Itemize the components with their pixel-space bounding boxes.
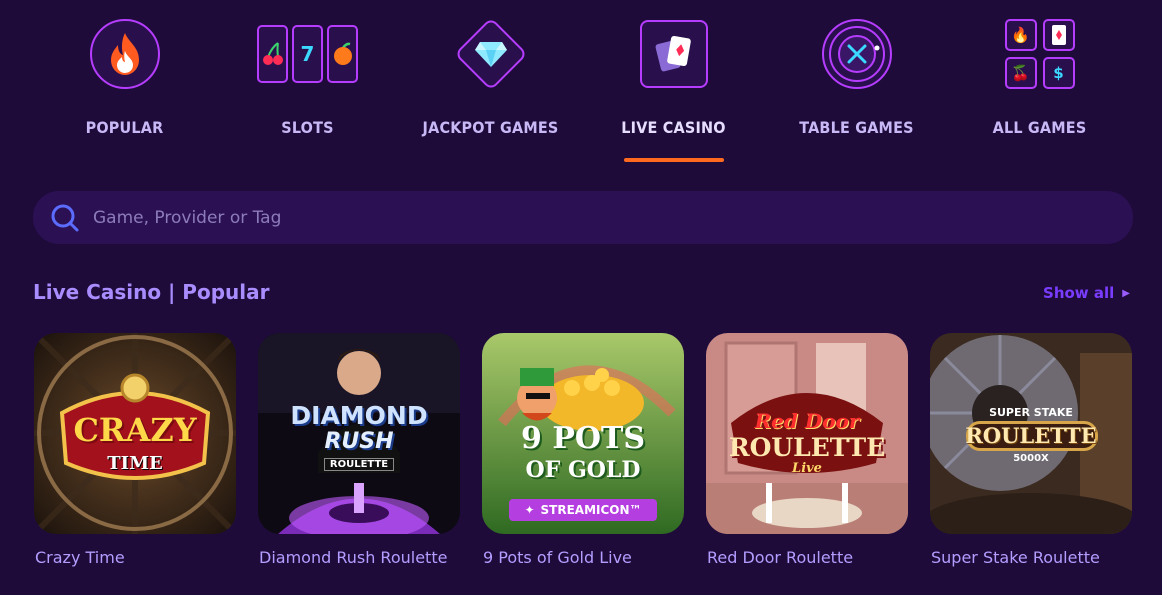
nav-label: POPULAR (85, 118, 164, 137)
card-icon (1042, 19, 1075, 51)
logo-line: Live (792, 461, 822, 476)
game-name: Red Door Roulette (707, 548, 854, 567)
seven-icon: 7 (292, 25, 323, 83)
game-tile-diamond-rush-roulette[interactable]: DIAMOND RUSH ROULETTE Diamond Rush Roule… (258, 333, 460, 567)
game-name: 9 Pots of Gold Live (483, 548, 632, 567)
game-name: Crazy Time (35, 548, 125, 567)
star-icon: ✦ (524, 503, 535, 517)
nav-label: ALL GAMES (992, 118, 1087, 137)
nav-item-slots[interactable]: 7 SLOTS (216, 0, 399, 170)
provider-badge: ✦ STREAMICON™ (509, 499, 657, 521)
nav-label: JACKPOT GAMES (422, 118, 559, 137)
logo-line: ROULETTE (728, 433, 886, 462)
provider-name: STREAMICON™ (540, 503, 642, 517)
diamond-icon (453, 17, 528, 91)
game-name: Super Stake Roulette (931, 548, 1100, 567)
search-input[interactable] (93, 191, 1093, 244)
nav-label: LIVE CASINO (621, 118, 726, 137)
active-tab-indicator (623, 158, 724, 162)
category-nav: POPULAR 7 SLOTS JACKPOT GAMES LIVE CASIN… (0, 0, 1162, 170)
slot-reels-icon: 7 (248, 18, 368, 90)
nav-item-all-games[interactable]: 🔥 🍒 $ ALL GAMES (948, 0, 1131, 170)
game-thumbnail: SUPER STAKE ROULETTE 5000X (930, 333, 1132, 534)
logo-line: RUSH (324, 429, 394, 454)
logo-line: 5000X (1013, 453, 1049, 464)
game-thumbnail: DIAMOND RUSH ROULETTE (258, 333, 460, 534)
game-thumbnail: 9 POTS OF GOLD ✦ STREAMICON™ (482, 333, 684, 534)
playing-cards-icon (638, 18, 710, 90)
section-title: Live Casino | Popular (33, 280, 270, 304)
nav-item-live-casino[interactable]: LIVE CASINO (582, 0, 765, 170)
orange-icon (327, 25, 358, 83)
logo-line: Red Door (754, 409, 860, 433)
show-all-label: Show all (1043, 284, 1115, 302)
game-tile-9-pots-of-gold-live[interactable]: 9 POTS OF GOLD ✦ STREAMICON™ 9 Pots of G… (482, 333, 684, 567)
flame-icon: 🔥 (1004, 19, 1037, 51)
roulette-wheel-icon (821, 18, 893, 90)
logo-line: SUPER STAKE (989, 406, 1073, 419)
game-thumbnail: Red Door ROULETTE Live (706, 333, 908, 534)
game-tile-red-door-roulette[interactable]: Red Door ROULETTE Live Red Door Roulette (706, 333, 908, 567)
flame-icon (89, 18, 161, 90)
arrow-right-icon: ▶ (1122, 287, 1130, 299)
logo-line: OF GOLD (525, 457, 641, 483)
game-tile-super-stake-roulette[interactable]: SUPER STAKE ROULETTE 5000X Super Stake R… (930, 333, 1132, 567)
search-bar[interactable] (33, 191, 1133, 244)
cherry-icon: 🍒 (1004, 57, 1037, 89)
dollar-icon: $ (1042, 57, 1075, 89)
logo-line: ROULETTE (324, 458, 394, 471)
search-icon (49, 203, 83, 237)
game-name: Diamond Rush Roulette (259, 548, 448, 567)
show-all-link[interactable]: Show all ▶ (1043, 284, 1130, 302)
nav-label: SLOTS (281, 118, 334, 137)
logo-line: ROULETTE (965, 423, 1097, 448)
logo-line: 9 POTS (521, 421, 645, 456)
nav-item-jackpot-games[interactable]: JACKPOT GAMES (399, 0, 582, 170)
game-tile-crazy-time[interactable]: CRAZY TIME Crazy Time (34, 333, 236, 567)
logo-line: TIME (107, 453, 163, 474)
logo-line: DIAMOND (290, 401, 428, 430)
nav-item-popular[interactable]: POPULAR (33, 0, 216, 170)
nav-item-table-games[interactable]: TABLE GAMES (765, 0, 948, 170)
logo-line: CRAZY (73, 411, 197, 449)
game-thumbnail: CRAZY TIME (34, 333, 236, 534)
nav-label: TABLE GAMES (799, 118, 914, 137)
cherry-icon (257, 25, 288, 83)
all-games-grid-icon: 🔥 🍒 $ (1004, 18, 1076, 90)
